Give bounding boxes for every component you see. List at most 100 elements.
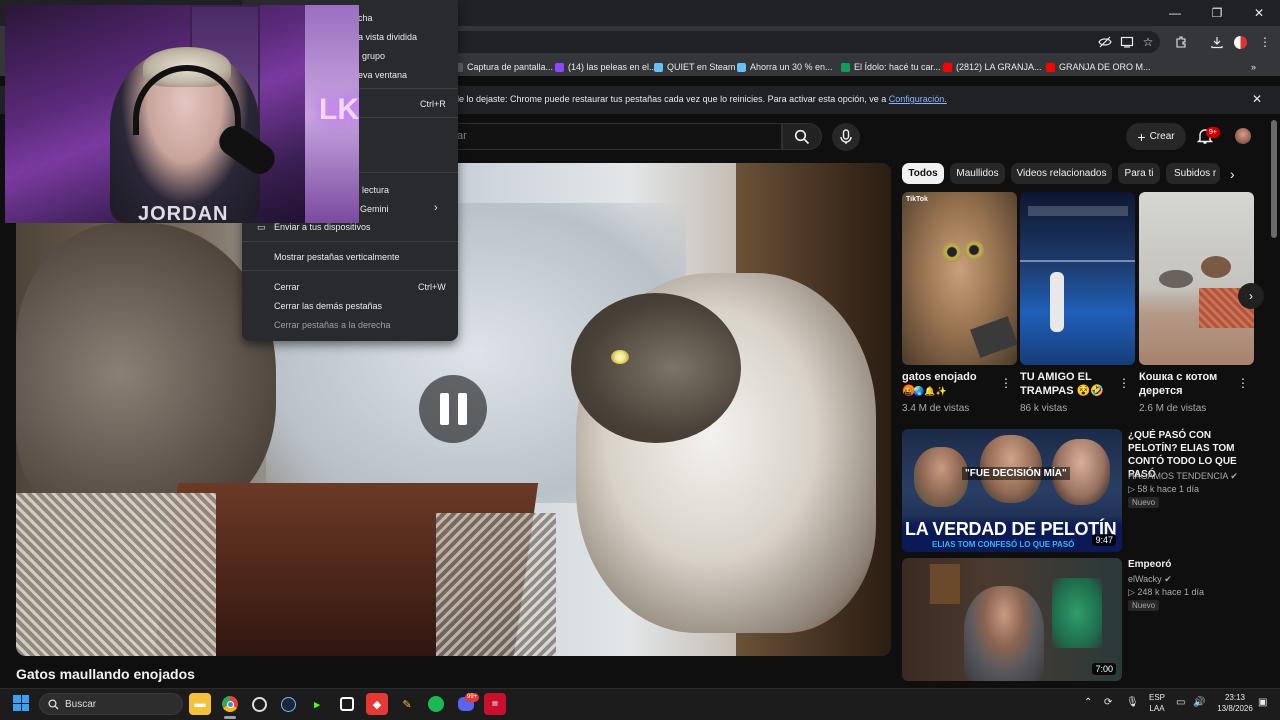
chevron-right-icon: › [1249,289,1253,303]
short-thumbnail[interactable] [1139,192,1254,365]
infobar-close-button[interactable]: ✕ [1252,92,1262,106]
menu-item-gemini[interactable]: Gemini [360,204,389,214]
notifications-badge: 9+ [1206,127,1220,138]
menu-item-new-tab-right[interactable]: cha [358,13,373,23]
bookmark-item[interactable]: Ahorra un 30 % en... [737,60,833,74]
video-thumbnail[interactable]: "FUE DECISIÓN MÍA" LA VERDAD DE PELOTÍN … [902,429,1122,552]
thumb-figure [1052,578,1102,648]
new-badge: Nuevo [1128,497,1160,508]
video-frame-lace [436,513,556,656]
avatar[interactable] [1235,128,1251,144]
infobar-message: le lo dejaste: Chrome puede restaurar tu… [457,94,947,104]
voice-search-button[interactable] [832,123,860,151]
discord-badge: 99+ [465,693,480,702]
channel-name[interactable]: elWacky ✔ [1128,574,1172,585]
more-options-icon[interactable]: ⋮ [1237,376,1249,390]
spotify-icon[interactable] [425,693,447,715]
close-window-button[interactable]: ✕ [1238,0,1280,26]
bookmark-item[interactable]: Captura de pantalla... [454,60,553,74]
windows-start-icon[interactable] [13,695,29,711]
menu-item-reading[interactable]: lectura [362,185,389,195]
bookmark-star-icon[interactable]: ☆ [1139,33,1157,51]
bookmark-item[interactable]: (2812) LA GRANJA... [943,60,1042,74]
create-button[interactable]: + Crear [1126,123,1186,150]
app-pencil-icon[interactable]: ✎ [396,693,418,715]
chip-subidos[interactable]: Subidos r [1166,163,1220,184]
short-title-emoji: 🤬🌏🔔✨ [902,386,947,396]
menu-item-close-others[interactable]: Cerrar las demás pestañas [274,301,382,311]
youtube-icon [1046,62,1055,72]
maximize-button[interactable]: ❐ [1196,0,1238,26]
address-bar[interactable] [360,31,1160,53]
chevron-right-icon: › [434,202,438,214]
devices-icon: ▭ [257,222,266,232]
video-title-link[interactable]: Empeoró [1128,558,1263,571]
steam-icon [654,62,663,72]
pause-icon [457,393,467,425]
menu-item-group[interactable]: grupo [362,51,385,61]
chevron-right-icon[interactable]: › [1230,166,1235,182]
profile-icon[interactable] [1231,33,1249,51]
settings-link[interactable]: Configuración. [889,94,947,104]
menu-item-split-view[interactable]: a vista dividida [358,32,417,42]
channel-name[interactable]: HAGAMOS TENDENCIA ✔ [1128,471,1238,482]
chip-todos[interactable]: Todos [902,163,944,184]
app-news-icon[interactable]: ▤ [484,693,506,715]
app-red-icon[interactable]: ◆ [366,693,388,715]
eye-off-icon[interactable] [1096,33,1114,51]
search-input[interactable] [420,123,782,150]
notifications-icon[interactable]: ▣ [1258,697,1267,708]
short-views: 3.4 M de vistas [902,403,970,414]
bookmark-item[interactable]: QUIET en Steam [654,60,735,74]
obs-icon[interactable] [248,693,270,715]
chevron-up-icon[interactable]: ⌃ [1084,697,1092,708]
menu-item-close[interactable]: Cerrar [274,282,300,292]
bookmark-item[interactable]: (14) las peleas en el... [555,60,657,74]
kick-icon[interactable]: ▸ [306,693,328,715]
chip-maullidos[interactable]: Maullidos [950,163,1005,184]
more-options-icon[interactable]: ⋮ [1000,376,1012,390]
thumb-quote: "FUE DECISIÓN MÍA" [962,467,1070,480]
sync-icon[interactable]: ⟳ [1104,697,1112,708]
video-thumbnail[interactable]: 7:00 [902,558,1122,681]
short-frame-caption [1028,206,1128,216]
extensions-icon[interactable] [1172,33,1190,51]
short-frame-player [1050,272,1064,332]
language-indicator[interactable]: ESP LAA [1146,692,1168,714]
chrome-menu-icon[interactable]: ⋮ [1256,33,1274,51]
short-thumbnail[interactable]: TikTok [902,192,1017,365]
chip-para-ti[interactable]: Para ti [1118,163,1160,184]
plus-icon: + [1137,128,1146,145]
download-icon[interactable] [1208,33,1226,51]
search-button[interactable] [782,123,822,150]
taskbar-search[interactable]: Buscar [39,693,183,715]
short-title: TU AMIGO EL TRAMPAS 😵🤣 [1020,371,1105,397]
network-icon[interactable]: ▭ [1176,697,1185,708]
minimize-button[interactable]: — [1154,0,1196,26]
chrome-icon[interactable] [219,693,241,715]
shorts-next-button[interactable]: › [1238,283,1264,309]
menu-item-new-window[interactable]: eva ventana [358,70,407,80]
menu-item-send-to-devices[interactable]: Enviar a tus dispositivos [274,222,371,232]
volume-icon[interactable]: 🔊 [1193,697,1205,708]
page-scrollbar[interactable] [1271,120,1277,238]
capcut-icon[interactable] [336,693,358,715]
pause-icon [439,393,449,425]
system-clock[interactable]: 23:13 13/8/2026 [1214,692,1256,714]
steam-icon[interactable] [277,693,299,715]
file-explorer-icon[interactable]: ▬ [189,693,211,715]
cast-icon[interactable] [1118,33,1136,51]
thumb-headline: LA VERDAD DE PELOTÍN [905,519,1117,539]
more-options-icon[interactable]: ⋮ [1118,376,1130,390]
microphone-icon[interactable]: 🎙 [1126,697,1139,708]
verified-icon: ✔ [1164,574,1172,584]
short-thumbnail[interactable] [1020,192,1135,365]
bookmark-item[interactable]: GRANJA DE ORO M... [1046,60,1151,74]
bookmark-item[interactable]: El Ídolo: hacé tu car... [841,60,941,74]
short-frame-eye [942,242,962,262]
bookmarks-overflow-button[interactable]: » [1251,60,1256,74]
menu-item-close-right[interactable]: Cerrar pestañas a la derecha [274,320,391,330]
menu-item-vertical-tabs[interactable]: Mostrar pestañas verticalmente [274,252,400,262]
pause-button[interactable] [419,375,487,443]
chip-videos-relacionados[interactable]: Videos relacionados [1011,163,1112,184]
